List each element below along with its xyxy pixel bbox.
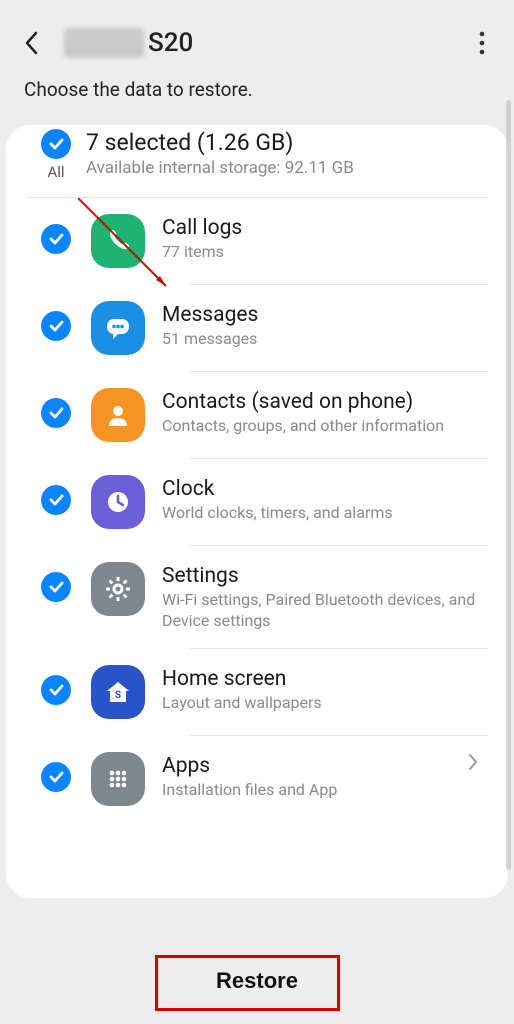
- list-item[interactable]: S Home screenLayout and wallpapers: [6, 649, 508, 735]
- chat-icon: [91, 301, 145, 355]
- item-checkbox[interactable]: [41, 224, 71, 254]
- device-name-redacted: [64, 28, 144, 58]
- restore-card: All 7 selected (1.26 GB) Available inter…: [6, 125, 508, 898]
- scrollbar[interactable]: [506, 100, 511, 870]
- home-icon: S: [91, 665, 145, 719]
- item-title: Clock: [162, 477, 488, 501]
- select-all-label: All: [26, 163, 86, 181]
- item-title: Contacts (saved on phone): [162, 390, 488, 414]
- phone-icon: [91, 214, 145, 268]
- item-checkbox[interactable]: [41, 398, 71, 428]
- list-item[interactable]: ClockWorld clocks, timers, and alarms: [6, 459, 508, 545]
- list-item[interactable]: SettingsWi-Fi settings, Paired Bluetooth…: [6, 546, 508, 648]
- item-subtitle: Layout and wallpapers: [162, 693, 488, 714]
- select-all-row[interactable]: All 7 selected (1.26 GB) Available inter…: [6, 125, 508, 197]
- item-checkbox[interactable]: [41, 762, 71, 792]
- item-checkbox[interactable]: [41, 572, 71, 602]
- action-bar: Restore: [0, 940, 514, 1024]
- selection-summary: 7 selected (1.26 GB): [86, 129, 488, 156]
- item-subtitle: Wi-Fi settings, Paired Bluetooth devices…: [162, 590, 488, 632]
- item-title: Home screen: [162, 667, 488, 691]
- item-title: Call logs: [162, 216, 488, 240]
- list-item[interactable]: Contacts (saved on phone)Contacts, group…: [6, 372, 508, 458]
- item-subtitle: 77 items: [162, 242, 488, 263]
- person-icon: [91, 388, 145, 442]
- restore-button[interactable]: Restore: [186, 958, 328, 1004]
- storage-available: Available internal storage: 92.11 GB: [86, 158, 488, 178]
- device-name-suffix: S20: [148, 28, 193, 58]
- header: S20: [0, 0, 514, 78]
- item-title: Messages: [162, 303, 488, 327]
- list-item[interactable]: Messages51 messages: [6, 285, 508, 371]
- item-subtitle: Installation files and App: [162, 780, 458, 801]
- grid-icon: [91, 752, 145, 806]
- list-item[interactable]: AppsInstallation files and App: [6, 736, 508, 822]
- list-item[interactable]: Call logs77 items: [6, 198, 508, 284]
- item-subtitle: World clocks, timers, and alarms: [162, 503, 488, 524]
- item-subtitle: Contacts, groups, and other information: [162, 416, 488, 437]
- item-checkbox[interactable]: [41, 675, 71, 705]
- select-all-checkbox[interactable]: [41, 129, 71, 159]
- item-title: Apps: [162, 754, 458, 778]
- clock-icon: [91, 475, 145, 529]
- svg-text:S: S: [115, 690, 121, 701]
- back-button[interactable]: [18, 29, 46, 57]
- gear-icon: [91, 562, 145, 616]
- item-checkbox[interactable]: [41, 311, 71, 341]
- item-subtitle: 51 messages: [162, 329, 488, 350]
- more-menu-button[interactable]: [468, 29, 496, 57]
- instruction-text: Choose the data to restore.: [0, 78, 514, 125]
- item-title: Settings: [162, 564, 488, 588]
- item-checkbox[interactable]: [41, 485, 71, 515]
- chevron-right-icon[interactable]: [458, 752, 488, 772]
